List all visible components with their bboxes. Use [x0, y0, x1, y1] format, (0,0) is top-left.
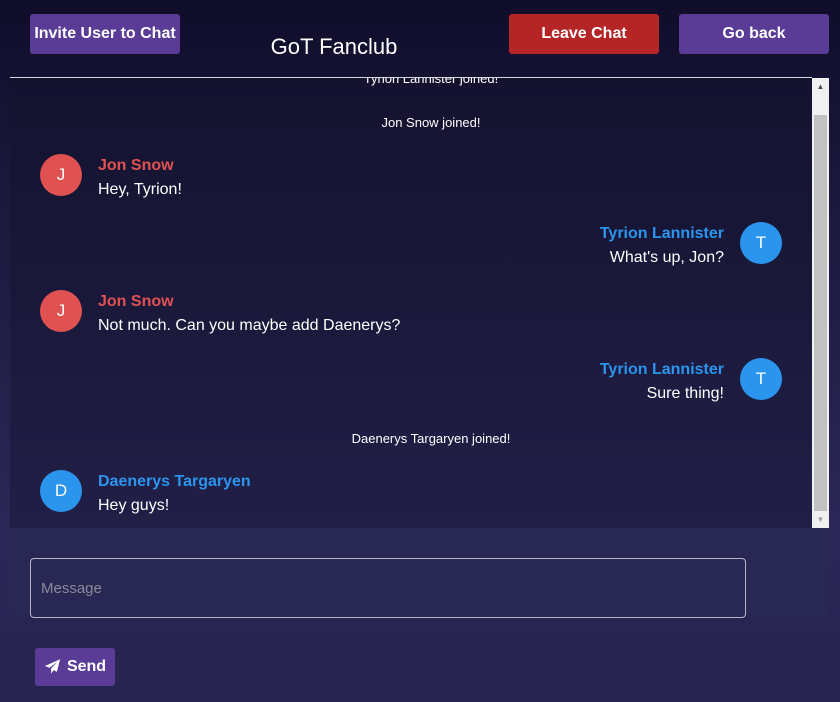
chat-title: GoT Fanclub	[270, 34, 398, 59]
avatar: J	[40, 154, 82, 196]
message-sender: Tyrion Lannister	[599, 225, 724, 242]
message-text: Not much. Can you maybe add Daenerys?	[98, 317, 401, 334]
message-text: Hey, Tyrion!	[98, 181, 182, 198]
message-sender: Daenerys Targaryen	[98, 473, 251, 490]
message-sender: Jon Snow	[98, 157, 174, 174]
message-input[interactable]	[30, 558, 746, 618]
avatar: T	[740, 222, 782, 264]
avatar: J	[40, 290, 82, 332]
chat-messages-panel[interactable]: Tyrion Lannister joined! Jon Snow joined…	[10, 78, 812, 528]
scroll-up-arrow-icon[interactable]: ▲	[812, 78, 829, 95]
system-message: Tyrion Lannister joined!	[363, 78, 499, 86]
avatar: T	[740, 358, 782, 400]
message-sender: Jon Snow	[98, 293, 174, 310]
message-sender: Tyrion Lannister	[599, 361, 724, 378]
header-divider	[10, 77, 812, 78]
scroll-down-arrow-icon[interactable]: ▼	[812, 511, 829, 528]
message-text: Hey guys!	[98, 497, 170, 514]
avatar: D	[40, 470, 82, 512]
send-button-label: Send	[66, 658, 107, 675]
chat-scrollbar[interactable]: ▲ ▼	[812, 78, 829, 528]
go-back-button[interactable]: Go back	[679, 14, 829, 54]
paper-plane-icon	[44, 659, 61, 674]
system-message: Jon Snow joined!	[381, 115, 481, 130]
message-text: What's up, Jon?	[609, 249, 724, 266]
send-button[interactable]: Send	[35, 648, 115, 686]
system-message: Daenerys Targaryen joined!	[351, 431, 511, 446]
scrollbar-thumb[interactable]	[814, 115, 827, 511]
leave-chat-button[interactable]: Leave Chat	[509, 14, 659, 54]
invite-user-button[interactable]: Invite User to Chat	[30, 14, 180, 54]
message-text: Sure thing!	[646, 385, 724, 402]
